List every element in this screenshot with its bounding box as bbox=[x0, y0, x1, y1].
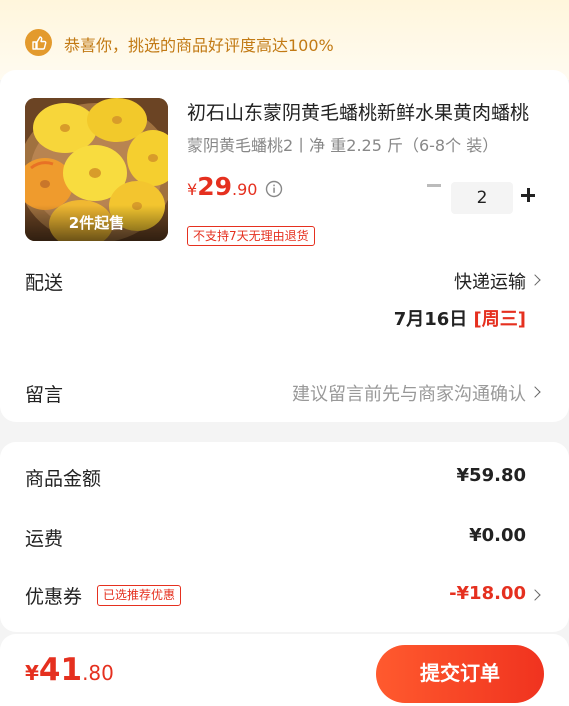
quantity-increase-button[interactable] bbox=[521, 188, 535, 202]
coupon-label: 优惠券 bbox=[25, 586, 83, 608]
delivery-method[interactable]: 快递运输 bbox=[454, 268, 526, 294]
price-decimal: .90 bbox=[231, 180, 258, 199]
chevron-right-icon[interactable] bbox=[529, 274, 541, 286]
total-decimal: .80 bbox=[82, 661, 114, 685]
delivery-weekday: [周三] bbox=[473, 309, 526, 330]
total-price: ¥41.80 bbox=[25, 652, 114, 688]
message-input[interactable]: 建议留言前先与商家沟通确认 bbox=[292, 380, 526, 406]
quantity-value[interactable]: 2 bbox=[451, 182, 513, 214]
min-quantity-badge: 2件起售 bbox=[25, 205, 168, 241]
info-icon[interactable] bbox=[265, 180, 283, 198]
delivery-date-day: 7月16日 bbox=[393, 309, 468, 330]
quantity-decrease-button[interactable] bbox=[427, 184, 441, 187]
thumbs-up-icon bbox=[25, 29, 52, 56]
goods-amount-value: ¥59.80 bbox=[456, 465, 526, 486]
total-currency: ¥ bbox=[25, 661, 39, 685]
product-title[interactable]: 初石山东蒙阴黄毛蟠桃新鲜水果黄肉蟠桃 bbox=[187, 98, 547, 125]
goods-amount-label: 商品金额 bbox=[25, 468, 102, 490]
product-price: ¥29.90 bbox=[187, 172, 257, 201]
price-currency: ¥ bbox=[187, 180, 198, 199]
product-spec[interactable]: 蒙阴黄毛蟠桃2丨净 重2.25 斤（6-8个 装） bbox=[187, 132, 498, 156]
total-integer: 41 bbox=[38, 652, 83, 688]
submit-order-button[interactable]: 提交订单 bbox=[376, 645, 544, 703]
coupon-recommended-tag: 已选推荐优惠 bbox=[97, 585, 182, 606]
order-card: 2件起售 初石山东蒙阴黄毛蟠桃新鲜水果黄肉蟠桃 蒙阴黄毛蟠桃2丨净 重2.25 … bbox=[0, 70, 569, 422]
price-integer: 29 bbox=[197, 172, 232, 201]
praise-banner: 恭喜你，挑选的商品好评度高达100% bbox=[0, 0, 569, 80]
shipping-fee-label: 运费 bbox=[25, 528, 64, 550]
chevron-right-icon[interactable] bbox=[529, 589, 541, 601]
return-policy-tag: 不支持7天无理由退货 bbox=[187, 226, 315, 246]
coupon-value[interactable]: -¥18.00 bbox=[449, 583, 526, 604]
message-label: 留言 bbox=[25, 384, 64, 406]
delivery-label: 配送 bbox=[25, 272, 64, 294]
chevron-right-icon[interactable] bbox=[529, 386, 541, 398]
banner-text: 恭喜你，挑选的商品好评度高达100% bbox=[64, 36, 334, 55]
checkout-bar: ¥41.80 提交订单 bbox=[0, 634, 569, 706]
shipping-fee-value: ¥0.00 bbox=[469, 525, 526, 546]
price-summary-card: 商品金额 ¥59.80 运费 ¥0.00 优惠券 已选推荐优惠 -¥18.00 bbox=[0, 442, 569, 632]
delivery-date[interactable]: 7月16日 [周三] bbox=[394, 305, 526, 331]
product-image[interactable]: 2件起售 bbox=[25, 98, 168, 241]
